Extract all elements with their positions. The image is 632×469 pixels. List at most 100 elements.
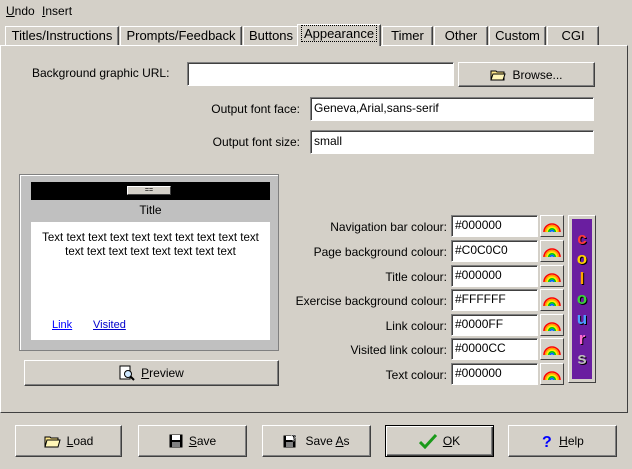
preview-key: P bbox=[141, 366, 150, 380]
menu-bar: Undo Insert bbox=[0, 0, 632, 20]
page-bg-colour-input[interactable]: #C0C0C0 bbox=[451, 240, 538, 262]
colours-letter: l bbox=[579, 269, 585, 288]
help-button[interactable]: ? Help bbox=[508, 425, 617, 457]
save-as-key: A bbox=[335, 434, 344, 448]
colours-letter: c bbox=[577, 229, 587, 248]
tab-label: Timer bbox=[391, 28, 424, 43]
svg-text:?: ? bbox=[542, 434, 552, 449]
tab-buttons[interactable]: Buttons bbox=[243, 26, 299, 45]
colours-letter: u bbox=[576, 309, 588, 328]
preview-nav-button: == bbox=[127, 186, 171, 195]
preview-body-text: Text text text text text text text text … bbox=[42, 232, 259, 258]
link-colour-label: Link colour: bbox=[385, 319, 447, 333]
tab-appearance[interactable]: Appearance bbox=[297, 24, 381, 46]
rainbow-icon bbox=[543, 368, 561, 380]
bg-graphic-label: Background graphic URL: bbox=[32, 66, 170, 80]
colours-letter: o bbox=[576, 289, 588, 308]
exercise-bg-colour-input[interactable]: #FFFFFF bbox=[451, 289, 538, 311]
folder-open-icon bbox=[43, 436, 61, 447]
tab-label: Prompts/Feedback bbox=[126, 28, 236, 43]
text-colour-picker[interactable] bbox=[540, 363, 564, 385]
save-as-icon: ? bbox=[283, 433, 297, 448]
font-face-label: Output font face: bbox=[211, 102, 300, 116]
menu-insert-rest: nsert bbox=[45, 4, 73, 18]
tab-other[interactable]: Other bbox=[434, 26, 488, 45]
colours-letter: s bbox=[577, 349, 587, 368]
tab-custom[interactable]: Custom bbox=[489, 26, 546, 45]
save-as-pre: Save bbox=[305, 434, 336, 448]
tab-label: Custom bbox=[495, 28, 540, 43]
tab-label: Buttons bbox=[248, 28, 294, 43]
nav-bar-colour-label: Navigation bar colour: bbox=[330, 220, 447, 234]
title-colour-input[interactable]: #000000 bbox=[451, 265, 538, 287]
preview-button[interactable]: Preview bbox=[24, 360, 279, 386]
rainbow-icon bbox=[543, 294, 561, 306]
save-button[interactable]: Save bbox=[138, 425, 247, 457]
tab-timer[interactable]: Timer bbox=[382, 26, 433, 45]
title-colour-label: Title colour: bbox=[385, 270, 447, 284]
rainbow-icon bbox=[543, 270, 561, 282]
menu-undo-rest: ndo bbox=[14, 4, 35, 18]
exercise-bg-colour-picker[interactable] bbox=[540, 289, 564, 311]
colours-letter: o bbox=[576, 249, 588, 268]
preview-visited-link: Visited bbox=[93, 319, 126, 331]
colours-button[interactable]: colours bbox=[568, 215, 596, 383]
tab-label: Titles/Instructions bbox=[11, 28, 113, 43]
page-bg-colour-picker[interactable] bbox=[540, 240, 564, 262]
save-as-button[interactable]: ? Save As bbox=[262, 425, 371, 457]
colours-letter: r bbox=[578, 329, 586, 348]
load-button[interactable]: Load bbox=[15, 425, 122, 457]
help-question-icon: ? bbox=[542, 434, 552, 449]
tab-cgi[interactable]: CGI bbox=[547, 26, 599, 45]
tab-prompts-feedback[interactable]: Prompts/Feedback bbox=[120, 26, 242, 45]
ok-key: O bbox=[442, 434, 453, 448]
ok-rest: K bbox=[452, 434, 461, 448]
rainbow-icon bbox=[543, 245, 561, 257]
preview-magnifier-icon bbox=[119, 365, 135, 381]
save-as-rest: s bbox=[343, 434, 350, 448]
preview-nav-bar: == bbox=[31, 182, 270, 200]
tab-titles-instructions[interactable]: Titles/Instructions bbox=[5, 26, 119, 45]
svg-text:?: ? bbox=[291, 433, 297, 443]
menu-insert[interactable]: Insert bbox=[42, 4, 72, 18]
rainbow-icon bbox=[543, 220, 561, 232]
font-size-input[interactable]: small bbox=[310, 130, 594, 154]
menu-undo-key: U bbox=[6, 4, 15, 18]
page-bg-colour-label: Page background colour: bbox=[313, 245, 447, 259]
load-rest: oad bbox=[73, 434, 94, 448]
visited-link-colour-label: Visited link colour: bbox=[350, 343, 448, 357]
folder-icon bbox=[490, 70, 507, 80]
checkmark-icon bbox=[418, 433, 437, 449]
tab-label: Other bbox=[444, 28, 478, 43]
nav-bar-colour-picker[interactable] bbox=[540, 215, 564, 237]
save-rest: ave bbox=[196, 434, 217, 448]
help-key: H bbox=[559, 434, 568, 448]
ok-button[interactable]: OK bbox=[385, 425, 494, 457]
text-colour-input[interactable]: #000000 bbox=[451, 363, 538, 385]
preview-rest: review bbox=[149, 366, 184, 380]
preview-title: Title bbox=[139, 203, 162, 217]
visited-link-colour-input[interactable]: #0000CC bbox=[451, 338, 538, 360]
link-colour-picker[interactable] bbox=[540, 314, 564, 336]
font-face-input[interactable]: Geneva,Arial,sans-serif bbox=[310, 97, 594, 121]
rainbow-icon bbox=[543, 343, 561, 355]
tab-label: Appearance bbox=[300, 25, 378, 42]
visited-link-colour-picker[interactable] bbox=[540, 338, 564, 360]
font-size-label: Output font size: bbox=[212, 135, 300, 149]
floppy-disk-icon bbox=[169, 434, 183, 448]
menu-undo[interactable]: Undo bbox=[6, 4, 35, 18]
bg-graphic-url-input[interactable] bbox=[187, 62, 454, 86]
text-colour-label: Text colour: bbox=[385, 368, 447, 382]
nav-bar-colour-input[interactable]: #000000 bbox=[451, 215, 538, 237]
title-colour-picker[interactable] bbox=[540, 265, 564, 287]
link-colour-input[interactable]: #0000FF bbox=[451, 314, 538, 336]
colours-banner: colours bbox=[572, 219, 592, 379]
browse-button[interactable]: Browse... bbox=[458, 62, 595, 87]
rainbow-icon bbox=[543, 319, 561, 331]
preview-exercise-body: Text text text text text text text text … bbox=[31, 222, 270, 340]
save-key: S bbox=[188, 434, 197, 448]
help-rest: elp bbox=[567, 434, 584, 448]
exercise-bg-colour-label: Exercise background colour: bbox=[295, 294, 447, 308]
browse-label: Browse... bbox=[512, 67, 563, 82]
tab-label: CGI bbox=[561, 28, 585, 43]
